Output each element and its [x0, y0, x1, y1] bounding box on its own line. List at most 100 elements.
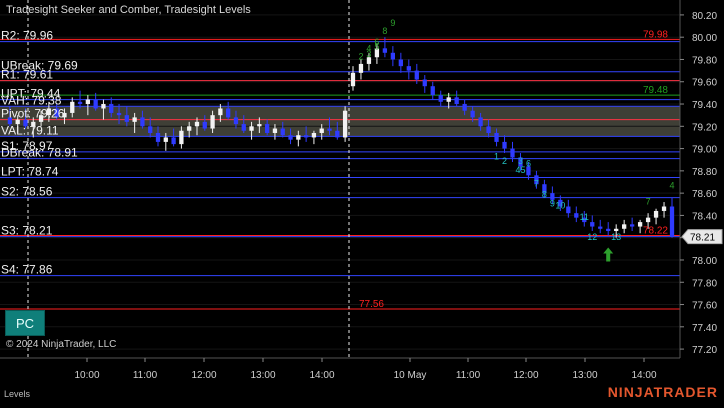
level-label: Pivot: 79.26: [1, 107, 65, 121]
candle-body: [257, 124, 262, 127]
time-tick-label: 13:00: [250, 370, 275, 381]
candle-body: [241, 124, 246, 131]
price-tick-label: 80.00: [692, 33, 717, 44]
candle-body: [93, 99, 98, 109]
candle-body: [140, 117, 145, 127]
sequence-count-label: 6: [526, 158, 531, 168]
candle-body: [350, 72, 356, 87]
candle-body: [414, 70, 419, 80]
price-tick-label: 78.80: [692, 167, 717, 178]
candle-body: [342, 110, 348, 138]
candle-body: [155, 132, 161, 142]
price-tick-label: 78.40: [692, 211, 717, 222]
candle-body: [358, 63, 364, 73]
level-label: 77.56: [359, 299, 384, 310]
candle-body: [510, 148, 515, 158]
candle-body: [486, 126, 491, 133]
price-tick-label: 79.20: [692, 122, 717, 133]
ninjatrader-logo: NINJATRADER: [607, 384, 718, 400]
time-tick-label: 13:00: [572, 370, 597, 381]
candle-body: [148, 126, 153, 133]
time-tick-label: 11:00: [133, 370, 158, 381]
sequence-count-label: 11: [580, 212, 589, 222]
price-tick-label: 78.60: [692, 189, 717, 200]
level-label: VAH: 79.38: [1, 93, 62, 107]
candle-body: [70, 101, 75, 113]
candle-body: [272, 128, 278, 133]
level-label: S2: 78.56: [1, 185, 53, 199]
candle-body: [454, 97, 459, 105]
sequence-count-label: 2: [502, 156, 507, 166]
price-tick-label: 77.20: [692, 345, 717, 356]
time-tick-label: 12:00: [191, 370, 216, 381]
level-label: LPT: 78.74: [1, 165, 59, 179]
sequence-count-label: 45: [515, 165, 525, 175]
candle-body: [132, 117, 137, 122]
level-label: 78.22: [643, 225, 668, 236]
candle-body: [622, 224, 627, 229]
price-tick-label: 79.80: [692, 55, 717, 66]
price-tick-label: 77.60: [692, 301, 717, 312]
current-price-label: 78.21: [690, 233, 715, 244]
candle-body: [85, 99, 90, 105]
time-tick-label: 14:00: [631, 370, 656, 381]
candle-body: [629, 224, 635, 227]
pc-button[interactable]: PC: [5, 310, 45, 336]
candle-body: [280, 128, 285, 136]
candle-body: [202, 121, 207, 129]
sequence-count-label: 12: [587, 232, 597, 242]
sequence-count-label: 4: [366, 44, 371, 54]
chart-title: Tradesight Seeker and Comber, Tradesight…: [6, 4, 251, 16]
candle-body: [574, 213, 579, 218]
sequence-count-label: 7: [534, 178, 539, 188]
candle-body: [462, 104, 467, 111]
level-label: 79.48: [643, 85, 668, 96]
candle-body: [226, 108, 231, 118]
sequence-count-label: 6: [374, 37, 379, 47]
candle-body: [606, 228, 611, 232]
candle-body: [566, 206, 571, 214]
level-label: VAL: 79.11: [1, 123, 59, 137]
candle-body: [288, 135, 293, 140]
value-area-band: [0, 106, 680, 137]
candle-body: [194, 121, 200, 127]
candle-body: [249, 126, 254, 131]
level-label: R2: 79.96: [1, 29, 53, 43]
candle-body: [109, 104, 114, 113]
candle-body: [470, 110, 475, 118]
candle-body: [614, 228, 619, 232]
candle-body: [116, 112, 122, 116]
sequence-count-label: 10: [555, 201, 565, 211]
candle-body: [311, 132, 317, 138]
price-tick-label: 77.40: [692, 323, 717, 334]
candle-body: [124, 115, 129, 122]
time-tick-label: 10:00: [74, 370, 99, 381]
candle-body: [430, 86, 435, 96]
candle-body: [494, 132, 499, 142]
price-tick-label: 79.60: [692, 78, 717, 89]
sequence-count-label: 9: [550, 199, 555, 209]
candle-body: [398, 59, 403, 67]
candle-body: [637, 222, 643, 227]
level-label: 79.98: [643, 29, 668, 40]
candle-body: [101, 104, 106, 109]
level-label: S3: 78.21: [1, 224, 53, 238]
price-tick-label: 78.00: [692, 256, 717, 267]
sequence-count-label: 8: [382, 26, 387, 36]
sequence-count-label: 7: [646, 196, 651, 206]
sequence-count-label: 8: [542, 190, 547, 200]
candle-body: [390, 52, 396, 60]
candle-body: [171, 137, 176, 145]
candle-body: [335, 130, 340, 138]
candle-body: [265, 124, 270, 133]
candle-body: [187, 126, 192, 131]
time-tick-label: 14:00: [309, 370, 334, 381]
price-tick-label: 79.00: [692, 145, 717, 156]
level-label: S1: 78.97: [1, 139, 53, 153]
candle-body: [210, 115, 215, 129]
candle-body: [319, 128, 324, 133]
sequence-count-label: 9: [390, 18, 395, 28]
candle-body: [218, 108, 223, 116]
levels-tab-label[interactable]: Levels: [4, 389, 30, 399]
candle-body: [179, 130, 184, 145]
